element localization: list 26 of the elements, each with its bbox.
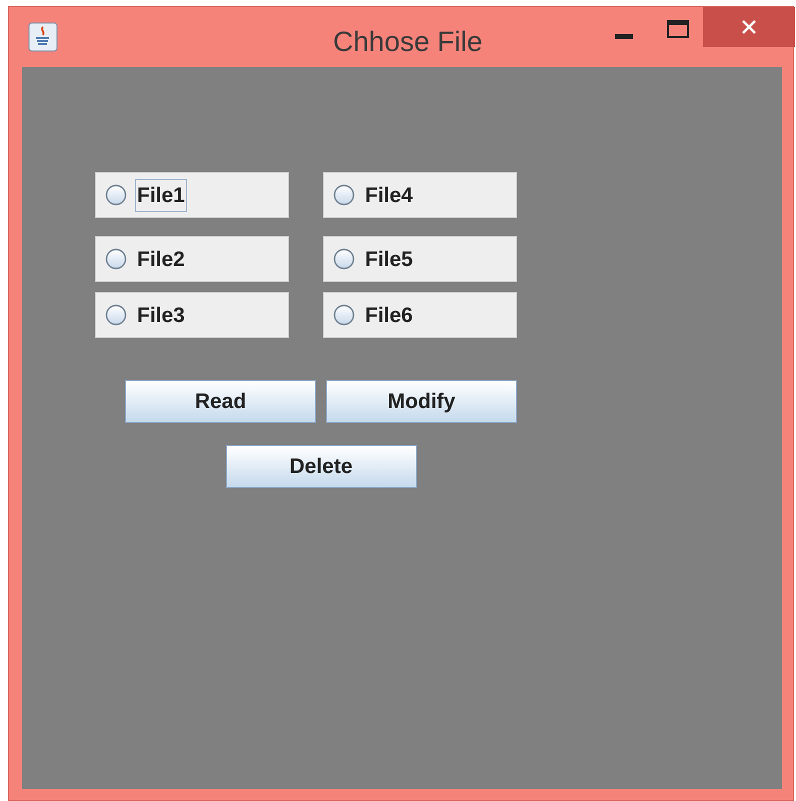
- close-button[interactable]: [703, 7, 795, 47]
- radio-option[interactable]: File5: [323, 236, 517, 282]
- radio-option[interactable]: File4: [323, 172, 517, 218]
- radio-icon: [105, 184, 127, 206]
- radio-icon: [105, 304, 127, 326]
- radio-label: File4: [364, 182, 414, 208]
- radio-icon: [333, 304, 355, 326]
- radio-option[interactable]: File3: [95, 292, 289, 338]
- radio-option[interactable]: File2: [95, 236, 289, 282]
- action-button[interactable]: Delete: [226, 445, 416, 488]
- radio-label: File3: [136, 302, 186, 328]
- window-title: Chhose File: [333, 25, 482, 59]
- radio-icon: [333, 184, 355, 206]
- radio-icon: [333, 248, 355, 270]
- radio-label: File2: [136, 246, 186, 272]
- radio-label: File6: [364, 302, 414, 328]
- radio-label: File1: [135, 178, 187, 212]
- radio-icon: [105, 248, 127, 270]
- close-icon: [741, 19, 757, 35]
- radio-option[interactable]: File6: [323, 292, 517, 338]
- action-button[interactable]: Read: [125, 380, 316, 423]
- maximize-icon[interactable]: [667, 20, 689, 38]
- radio-option[interactable]: File1: [95, 172, 289, 218]
- action-button[interactable]: Modify: [326, 380, 517, 423]
- app-icon: [28, 22, 58, 52]
- radio-label: File5: [364, 246, 414, 272]
